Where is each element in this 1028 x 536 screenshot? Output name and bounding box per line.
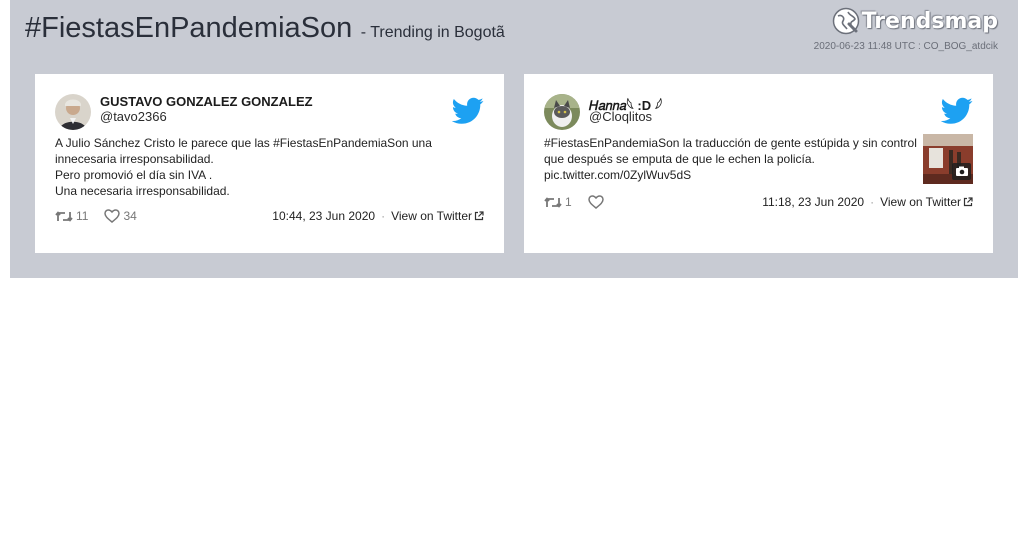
tweet-text: A Julio Sánchez Cristo le parece que las…: [55, 135, 432, 199]
retweet-count: 1: [565, 195, 572, 209]
twitter-bird-icon[interactable]: [941, 97, 973, 125]
tweet-text-line: #FiestasEnPandemiaSon la traducción de g…: [544, 136, 917, 150]
tweet-media-thumbnail[interactable]: [923, 134, 973, 184]
tweet-actions: 1: [544, 195, 623, 209]
separator-dot: ·: [870, 195, 875, 209]
author-name[interactable]: GUSTAVO GONZALEZ GONZALEZ: [100, 94, 313, 109]
trendsmap-brand[interactable]: Trendsmap: [832, 7, 998, 35]
avatar[interactable]: [544, 94, 580, 130]
tweet-text-line: Una necesaria irresponsabilidad.: [55, 184, 230, 198]
tweet-date[interactable]: 11:18, 23 Jun 2020: [762, 195, 864, 209]
view-on-twitter-link[interactable]: View on Twitter: [880, 195, 961, 209]
heart-icon: [587, 195, 604, 209]
trendsmap-globe-icon: [832, 7, 859, 35]
tweet-text-line: innecesaria irresponsabilidad.: [55, 152, 214, 166]
retweet-count: 11: [76, 209, 89, 223]
author-handle[interactable]: @tavo2366: [100, 109, 167, 124]
external-link-icon: [474, 211, 484, 221]
trend-panel: #FiestasEnPandemiaSon - Trending in Bogo…: [10, 0, 1018, 278]
retweet-icon: [55, 210, 73, 222]
brand-name: Trendsmap: [861, 8, 998, 34]
tweet-footer: 11:18, 23 Jun 2020 · View on Twitter: [762, 195, 973, 209]
hashtag-title[interactable]: #FiestasEnPandemiaSon: [25, 12, 352, 44]
trend-location-subtitle: - Trending in Bogotã: [360, 24, 505, 41]
tweet-footer: 10:44, 23 Jun 2020 · View on Twitter: [272, 209, 484, 223]
heart-icon: [104, 209, 121, 223]
twitter-bird-icon[interactable]: [452, 97, 484, 125]
timestamp-meta: 2020-06-23 11:48 UTC : CO_BOG_atdcik: [813, 41, 998, 52]
tweet-text-line: Pero promovió el día sin IVA .: [55, 168, 213, 182]
retweet-button[interactable]: 1: [544, 195, 572, 209]
avatar[interactable]: [55, 94, 91, 130]
tweet-media-link[interactable]: pic.twitter.com/0ZylWuv5dS: [544, 167, 924, 183]
tweet-text-line: A Julio Sánchez Cristo le parece que las…: [55, 136, 432, 150]
tweet-card: 𝐻𝑎𝑛𝑛𝑎𓆩 :D 𓆪 @Cloqlitos #FiestasEnPandemi…: [524, 74, 993, 253]
tweet-text: #FiestasEnPandemiaSon la traducción de g…: [544, 135, 924, 183]
tweet-card: GUSTAVO GONZALEZ GONZALEZ @tavo2366 A Ju…: [35, 74, 504, 253]
like-count: 34: [123, 209, 137, 223]
view-on-twitter-link[interactable]: View on Twitter: [391, 209, 472, 223]
tweet-text-line: que después se emputa de que le echen la…: [544, 152, 815, 166]
view-on-twitter-label: View on Twitter: [391, 209, 472, 223]
author-handle[interactable]: @Cloqlitos: [589, 109, 652, 124]
tweet-actions: 11 34: [55, 209, 153, 223]
retweet-button[interactable]: 11: [55, 209, 88, 223]
retweet-icon: [544, 196, 562, 208]
tweet-date[interactable]: 10:44, 23 Jun 2020: [272, 209, 375, 223]
like-button[interactable]: 34: [104, 209, 137, 223]
separator-dot: ·: [381, 209, 386, 223]
external-link-icon: [963, 197, 973, 207]
like-button[interactable]: [587, 195, 607, 209]
camera-icon: [952, 163, 971, 180]
view-on-twitter-label: View on Twitter: [880, 195, 961, 209]
title-row: #FiestasEnPandemiaSon - Trending in Bogo…: [25, 12, 505, 45]
